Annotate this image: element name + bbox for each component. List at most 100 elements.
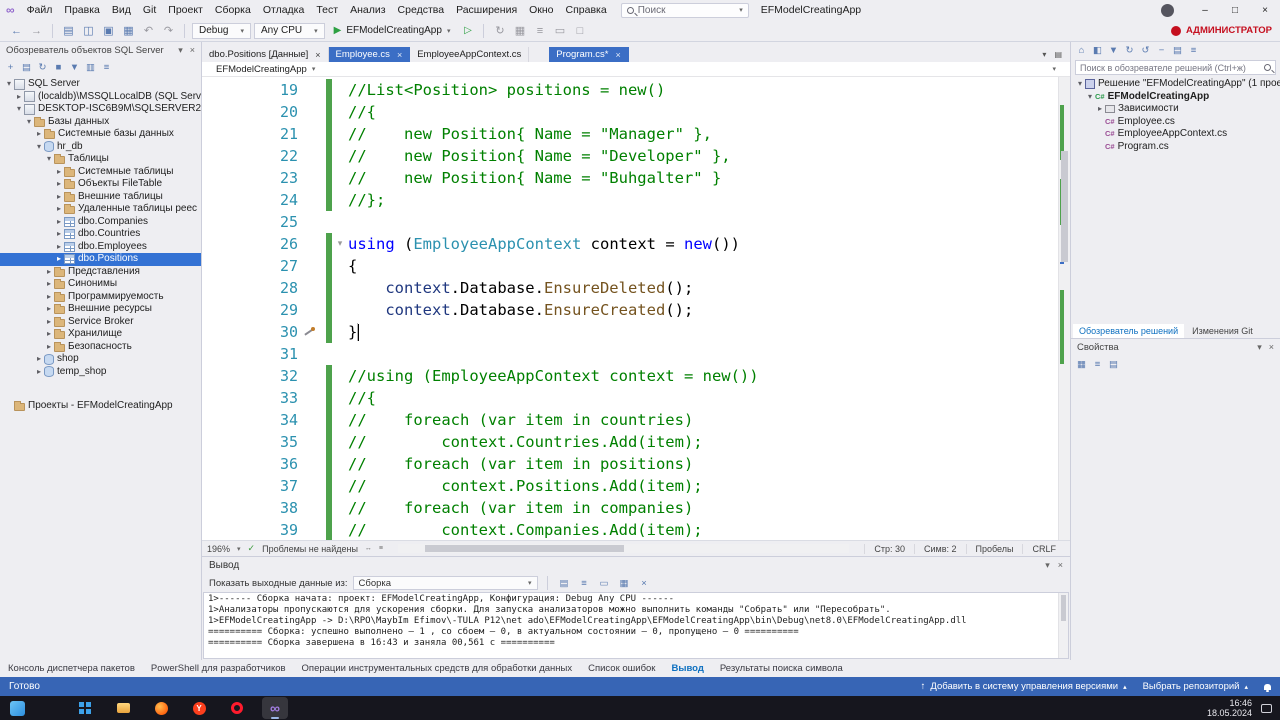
tree-item[interactable]: ▸ Внешние таблицы [0, 191, 201, 204]
close-icon[interactable]: × [1269, 342, 1274, 353]
split-window-icon[interactable]: ▤ [1054, 50, 1062, 59]
connect-database-icon[interactable]: ▤ [19, 60, 34, 75]
expander-icon[interactable]: ▸ [54, 178, 64, 191]
filter-icon[interactable]: ▼ [67, 60, 82, 75]
code-line[interactable]: 20 //{ [202, 101, 1058, 123]
column-indicator[interactable]: Симв: 2 [914, 543, 966, 554]
tree-item[interactable]: ▸ dbo.Countries [0, 228, 201, 241]
minimap-icon[interactable]: ≡ [379, 545, 383, 552]
tree-item[interactable]: ▾ Таблицы [0, 153, 201, 166]
tree-item[interactable]: C# Employee.cs [1071, 116, 1280, 129]
add-to-source-control-button[interactable]: ↑ Добавить в систему управления версиями… [921, 681, 1127, 692]
expander-icon[interactable]: ▾ [14, 103, 24, 116]
find-message-icon[interactable]: ▤ [557, 576, 572, 591]
properties-icon[interactable]: ≡ [99, 60, 114, 75]
scrollbar-thumb[interactable] [1061, 595, 1066, 621]
zoom-level[interactable]: 196% [207, 544, 230, 554]
panel-tab[interactable]: PowerShell для разработчиков [151, 663, 286, 674]
tree-item[interactable]: ▸ shop [0, 353, 201, 366]
expander-icon[interactable]: ▾ [1085, 91, 1095, 104]
tree-item[interactable]: ▸ dbo.Companies [0, 216, 201, 229]
categorized-icon[interactable]: ▦ [1074, 357, 1089, 372]
expander-icon[interactable]: ▾ [44, 153, 54, 166]
expander-icon[interactable]: ▸ [34, 353, 44, 366]
taskbar-clock[interactable]: 16:46 18.05.2024 [1207, 698, 1252, 718]
expander-icon[interactable]: ▸ [54, 228, 64, 241]
redo-icon[interactable]: ↷ [160, 22, 177, 39]
clear-all-icon[interactable]: ▭ [597, 576, 612, 591]
tree-item[interactable]: ▸ Системные таблицы [0, 166, 201, 179]
code-line[interactable]: 38 // foreach (var item in companies) [202, 497, 1058, 519]
code-line[interactable]: 25 [202, 211, 1058, 233]
navigate-back-icon[interactable]: ← [8, 22, 25, 39]
solution-search-input[interactable]: Поиск в обозревателе решений (Ctrl+ж) [1075, 60, 1276, 75]
spaces-indicator[interactable]: Пробелы [965, 543, 1023, 554]
notification-center-icon[interactable] [1261, 703, 1272, 713]
code-line[interactable]: 37 // context.Positions.Add(item); [202, 475, 1058, 497]
close-icon[interactable]: × [315, 50, 320, 60]
tree-item[interactable]: ▸ Программируемость [0, 291, 201, 304]
expander-icon[interactable]: ▸ [44, 316, 54, 329]
code-line[interactable]: 32 //using (EmployeeAppContext context = … [202, 365, 1058, 387]
code-line[interactable]: 29 context.Database.EnsureCreated(); [202, 299, 1058, 321]
undo-icon[interactable]: ↶ [140, 22, 157, 39]
tree-item[interactable]: ▾ SQL Server [0, 78, 201, 91]
code-line[interactable]: 19 //List<Position> positions = new() [202, 79, 1058, 101]
editor-vertical-scrollbar[interactable] [1058, 77, 1070, 540]
navigate-forward-icon[interactable]: → [28, 22, 45, 39]
home-icon[interactable]: ⌂ [1074, 43, 1089, 58]
pending-changes-filter-icon[interactable]: ▼ [1106, 43, 1121, 58]
tree-item[interactable]: ▸ Service Broker [0, 316, 201, 329]
find-in-files-icon[interactable]: ≡ [531, 22, 548, 39]
scrollbar-thumb[interactable] [1061, 151, 1068, 263]
expander-icon[interactable]: ▾ [4, 78, 14, 91]
menu-item[interactable]: Расширения [450, 2, 523, 18]
user-avatar[interactable] [1161, 3, 1174, 17]
screwdriver-icon[interactable] [303, 326, 315, 338]
code-line[interactable]: 31 [202, 343, 1058, 365]
tree-item[interactable]: ▾ C# EFModelCreatingApp [1071, 91, 1280, 104]
menu-item[interactable]: Окно [523, 2, 559, 18]
expander-icon[interactable]: ▸ [54, 166, 64, 179]
output-vertical-scrollbar[interactable] [1058, 593, 1068, 658]
tree-item[interactable]: ▸ Синонимы [0, 278, 201, 291]
script-icon[interactable]: ▥ [83, 60, 98, 75]
show-all-files-icon[interactable]: ▤ [1170, 43, 1185, 58]
switch-views-icon[interactable]: ◧ [1090, 43, 1105, 58]
tree-item[interactable]: ▸ dbo.Employees [0, 241, 201, 254]
open-file-icon[interactable]: ◫ [80, 22, 97, 39]
expander-icon[interactable]: ▸ [44, 303, 54, 316]
tool-window-tab[interactable]: Изменения Git [1186, 324, 1259, 338]
tool-window-tab[interactable]: Обозреватель решений [1073, 324, 1185, 338]
toggle-autoscroll-icon[interactable]: ▦ [617, 576, 632, 591]
expander-icon[interactable]: ▸ [34, 366, 44, 379]
expander-icon[interactable]: ▸ [44, 266, 54, 279]
add-server-icon[interactable]: + [3, 60, 18, 75]
tree-item[interactable]: ▸ Безопасность [0, 341, 201, 354]
code-line[interactable]: 30} [202, 321, 1058, 343]
chevron-down-icon[interactable]: ▾ [1257, 342, 1262, 353]
panel-tab[interactable]: Список ошибок [588, 663, 655, 674]
expander-icon[interactable]: ▸ [54, 216, 64, 229]
taskbar-opera-button[interactable] [224, 697, 250, 719]
options-icon[interactable]: □ [571, 22, 588, 39]
close-icon[interactable]: × [1058, 560, 1063, 571]
comment-icon[interactable]: ▭ [551, 22, 568, 39]
tree-item[interactable]: Проекты - EFModelCreatingApp [0, 400, 201, 413]
tree-item[interactable]: ▸ temp_shop [0, 366, 201, 379]
save-icon[interactable]: ▣ [100, 22, 117, 39]
select-repository-button[interactable]: Выбрать репозиторий ▴ [1143, 681, 1248, 692]
tree-item[interactable]: ▾ DESKTOP-ISC6B9M\SQLSERVER2022 (S [0, 103, 201, 116]
expander-icon[interactable]: ▸ [54, 253, 64, 266]
menu-item[interactable]: Справка [560, 2, 613, 18]
close-icon[interactable]: × [616, 50, 621, 60]
expander-icon[interactable]: ▸ [44, 328, 54, 341]
code-line[interactable]: 21 // new Position{ Name = "Manager" }, [202, 123, 1058, 145]
panel-tab[interactable]: Консоль диспетчера пакетов [8, 663, 135, 674]
refresh-icon[interactable]: ↺ [1138, 43, 1153, 58]
menu-item[interactable]: Анализ [344, 2, 391, 18]
expander-icon[interactable]: ▸ [54, 203, 64, 216]
taskbar-start-button[interactable] [72, 697, 98, 719]
tree-item[interactable]: ▸ Удаленные таблицы реес [0, 203, 201, 216]
panel-tab[interactable]: Вывод [671, 663, 703, 674]
